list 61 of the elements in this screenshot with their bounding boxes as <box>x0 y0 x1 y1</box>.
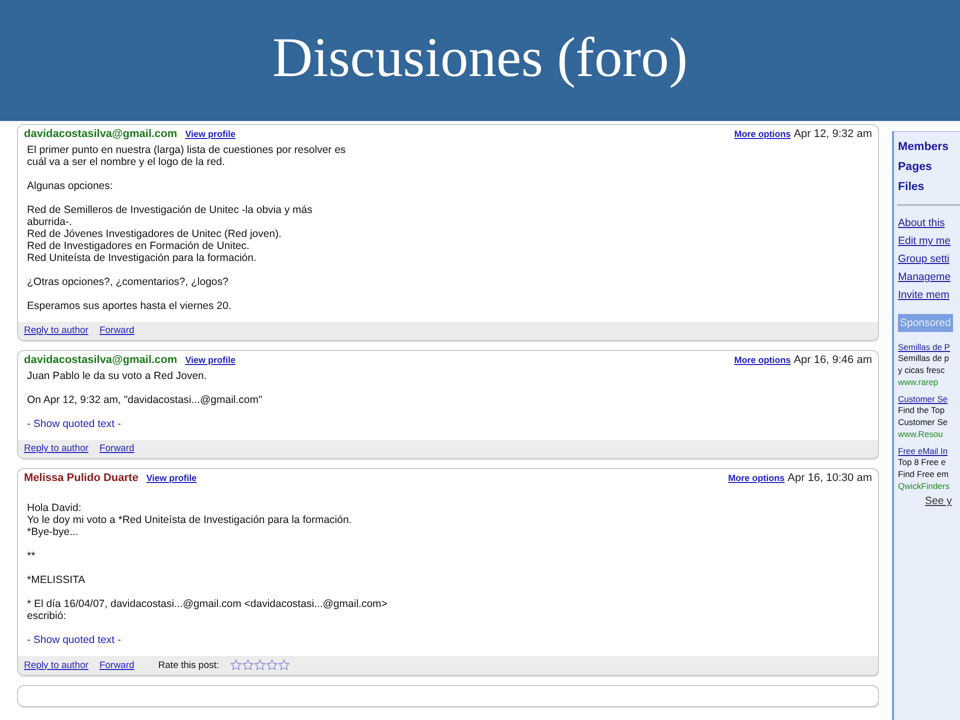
nav-link[interactable]: Members <box>898 137 948 157</box>
forward-link[interactable]: Forward <box>99 443 134 454</box>
group-link[interactable]: About this <box>898 214 945 232</box>
author-name: Melissa Pulido Duarte <box>24 472 138 484</box>
post-date: Apr 16, 9:46 am <box>794 354 872 366</box>
ad-text: Find Free em <box>898 468 949 480</box>
group-link[interactable]: Group setti <box>898 250 950 268</box>
ad-title-link[interactable]: Customer Se <box>898 394 948 404</box>
more-options-link[interactable]: More options <box>734 129 791 139</box>
ad-text: Find the Top <box>898 404 945 416</box>
message-text: * El día 16/04/07, davidacostasi...@gmail.com <davidacostasi...@gmail.com> escribió: <box>27 598 388 622</box>
star-icon[interactable] <box>254 659 266 671</box>
message-text: ** <box>27 550 36 562</box>
message-text: Juan Pablo le da su voto a Red Joven. <box>27 370 208 382</box>
star-rating[interactable] <box>230 659 290 671</box>
message-text: El primer punto en nuestra (larga) lista de cuestiones por resolver es cuál va a ser el nombre y el logo de la red. <box>27 144 347 168</box>
more-options-link[interactable]: More options <box>728 473 785 483</box>
ad-text: y cicas fresc <box>898 364 945 376</box>
ad-text: Top 8 Free e <box>898 456 946 468</box>
reply-link[interactable]: Reply to author <box>24 660 88 670</box>
see-more-link[interactable]: See y <box>925 495 952 507</box>
ad-text: Customer Se <box>898 416 948 428</box>
message-text: Hola David: Yo le doy mi voto a *Red Uniteísta de Investigación para la formación. *Bye-bye... <box>27 502 353 538</box>
forward-link[interactable]: Forward <box>99 660 134 670</box>
forward-link[interactable]: Forward <box>99 325 134 336</box>
star-icon[interactable] <box>242 659 254 671</box>
ad-url: www.rarep <box>898 376 938 388</box>
star-icon[interactable] <box>266 659 278 671</box>
message-text: On Apr 12, 9:32 am, "davidacostasi...@gmail.com" <box>27 394 264 406</box>
post-date: Apr 12, 9:32 am <box>794 128 872 140</box>
message-text: Red de Semilleros de Investigación de Unitec -la obvia y más aburrida-. Red de Jóvenes Investigadores de Unitec (Red joven). Red de Investigadores en Formación de Unitec. Red Uniteísta de Investigación para la formación. <box>27 204 314 264</box>
reply-link[interactable]: Reply to author <box>24 443 88 454</box>
sponsored-header: Sponsored <box>898 314 953 332</box>
show-quoted-link[interactable]: - Show quoted text - <box>27 634 121 646</box>
star-icon[interactable] <box>278 659 290 671</box>
ad-url: QwickFinders <box>898 480 950 492</box>
post-date: Apr 16, 10:30 am <box>788 472 872 484</box>
view-profile-link[interactable]: View profile <box>185 129 236 139</box>
author-name: davidacostasilva@gmail.com <box>24 354 178 366</box>
group-link[interactable]: Invite mem <box>898 286 950 304</box>
message-text: ¿Otras opciones?, ¿comentarios?, ¿logos? <box>27 276 230 288</box>
view-profile-link[interactable]: View profile <box>185 355 236 365</box>
ad-title-link[interactable]: Semillas de P <box>898 342 950 352</box>
message-text: Algunas opciones: <box>27 180 114 192</box>
show-quoted-link[interactable]: - Show quoted text - <box>27 418 121 430</box>
group-link[interactable]: Manageme <box>898 268 951 286</box>
ad-title-link[interactable]: Free eMail In <box>898 446 948 456</box>
star-icon[interactable] <box>230 659 242 671</box>
slide-title: Discusiones (foro) <box>272 26 688 90</box>
group-link[interactable]: Edit my me <box>898 232 951 250</box>
message-text: Esperamos sus aportes hasta el viernes 20. <box>27 300 232 312</box>
author-name: davidacostasilva@gmail.com <box>24 128 178 140</box>
nav-link[interactable]: Pages <box>898 157 932 177</box>
more-options-link[interactable]: More options <box>734 355 791 365</box>
rating-label: Rate this post: <box>158 660 220 670</box>
ad-text: Semillas de p <box>898 352 950 364</box>
nav-link[interactable]: Files <box>898 177 924 197</box>
message-text: *MELISSITA <box>27 574 86 586</box>
reply-link[interactable]: Reply to author <box>24 325 88 336</box>
ad-url: www.Resou <box>898 428 943 440</box>
view-profile-link[interactable]: View profile <box>146 473 197 483</box>
